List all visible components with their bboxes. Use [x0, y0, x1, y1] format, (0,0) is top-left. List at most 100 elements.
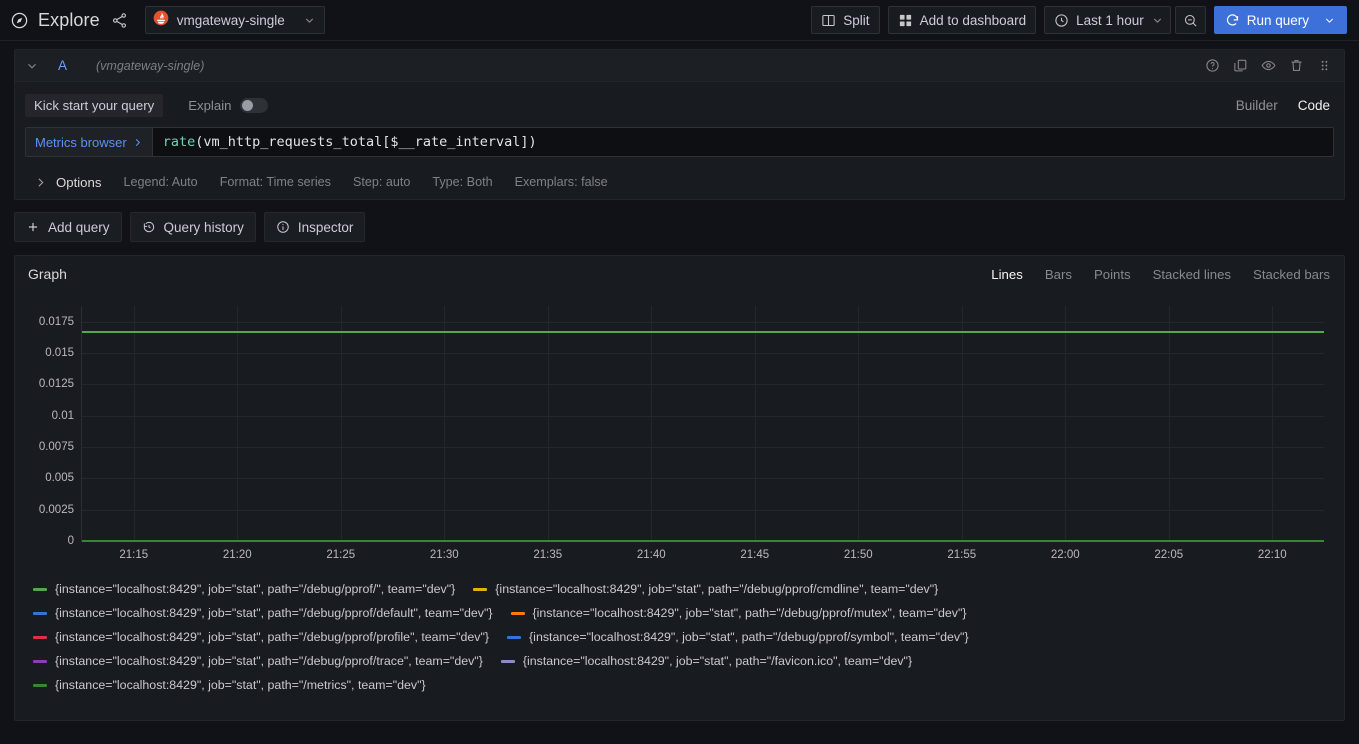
query-options-row[interactable]: Options Legend: Auto Format: Time series…: [25, 165, 1334, 199]
compass-icon: [10, 11, 29, 30]
tab-stacked-lines[interactable]: Stacked lines: [1153, 267, 1231, 282]
legend-series-label: {instance="localhost:8429", job="stat", …: [529, 630, 969, 644]
gridline-vertical: [548, 306, 549, 541]
legend-series-label: {instance="localhost:8429", job="stat", …: [523, 654, 912, 668]
metrics-browser-button[interactable]: Metrics browser: [25, 127, 152, 157]
run-query-label: Run query: [1247, 13, 1309, 28]
x-axis-tick-label: 21:45: [740, 549, 769, 561]
gridline-horizontal: [82, 510, 1324, 511]
gridline-vertical: [444, 306, 445, 541]
split-button[interactable]: Split: [811, 6, 879, 34]
drag-handle-icon[interactable]: [1317, 58, 1332, 73]
graph-canvas[interactable]: 00.00250.0050.00750.010.01250.0150.01752…: [81, 306, 1324, 542]
query-row-actions: [1205, 58, 1338, 73]
x-axis-tick-label: 21:35: [533, 549, 562, 561]
legend-series-label: {instance="localhost:8429", job="stat", …: [495, 582, 938, 596]
graph-legend: {instance="localhost:8429", job="stat", …: [15, 572, 1344, 697]
tab-stacked-bars[interactable]: Stacked bars: [1253, 267, 1330, 282]
x-axis-tick-label: 21:15: [119, 549, 148, 561]
top-navigation-bar: Explore vmgateway-single Split: [0, 0, 1359, 41]
query-history-label: Query history: [164, 220, 244, 235]
query-history-button[interactable]: Query history: [130, 212, 256, 242]
legend-series-label: {instance="localhost:8429", job="stat", …: [55, 654, 483, 668]
add-query-label: Add query: [48, 220, 110, 235]
chevron-right-icon: [132, 137, 143, 148]
legend-item[interactable]: {instance="localhost:8429", job="stat", …: [33, 673, 426, 697]
x-axis-tick-label: 21:40: [637, 549, 666, 561]
tab-lines[interactable]: Lines: [991, 267, 1023, 282]
series-line: [82, 331, 1324, 332]
delete-query-icon[interactable]: [1289, 58, 1304, 73]
y-axis-tick-label: 0: [68, 535, 74, 547]
legend-item[interactable]: {instance="localhost:8429", job="stat", …: [511, 601, 967, 625]
time-range-picker[interactable]: Last 1 hour: [1044, 6, 1171, 34]
x-axis-tick-label: 21:30: [430, 549, 459, 561]
query-expression-input[interactable]: rate(vm_http_requests_total[$__rate_inte…: [152, 127, 1334, 157]
gridline-vertical: [134, 306, 135, 541]
gridline-vertical: [341, 306, 342, 541]
query-datasource-note: (vmgateway-single): [96, 59, 204, 73]
option-step: Step: auto: [353, 175, 410, 189]
legend-row: {instance="localhost:8429", job="stat", …: [33, 649, 1330, 673]
datasource-picker[interactable]: vmgateway-single: [145, 6, 325, 34]
x-axis-tick-label: 21:50: [844, 549, 873, 561]
add-to-dashboard-button[interactable]: Add to dashboard: [888, 6, 1037, 34]
legend-item[interactable]: {instance="localhost:8429", job="stat", …: [33, 601, 493, 625]
query-expression-function: rate: [163, 134, 196, 150]
metrics-browser-label: Metrics browser: [35, 135, 127, 150]
legend-color-swatch: [33, 612, 47, 615]
split-button-label: Split: [843, 13, 869, 28]
editor-mode-switcher: Builder Code: [1236, 98, 1334, 113]
y-axis-tick-label: 0.0025: [39, 504, 74, 516]
legend-color-swatch: [33, 684, 47, 687]
explain-toggle[interactable]: [240, 98, 268, 113]
share-icon[interactable]: [111, 12, 128, 29]
legend-item[interactable]: {instance="localhost:8429", job="stat", …: [33, 625, 489, 649]
legend-item[interactable]: {instance="localhost:8429", job="stat", …: [507, 625, 969, 649]
duplicate-query-icon[interactable]: [1233, 58, 1248, 73]
graph-plot-area: 00.00250.0050.00750.010.01250.0150.01752…: [15, 292, 1344, 572]
chevron-right-icon[interactable]: [34, 176, 47, 189]
legend-series-label: {instance="localhost:8429", job="stat", …: [55, 582, 455, 596]
x-axis-tick-label: 22:10: [1258, 549, 1287, 561]
tab-points[interactable]: Points: [1094, 267, 1131, 282]
explain-label: Explain: [188, 98, 231, 113]
query-expression-row: Metrics browser rate(vm_http_requests_to…: [25, 127, 1334, 157]
gridline-horizontal: [82, 384, 1324, 385]
option-format: Format: Time series: [220, 175, 331, 189]
run-query-button[interactable]: Run query: [1214, 6, 1347, 34]
chevron-down-icon[interactable]: [25, 59, 39, 73]
query-actions-row: Add query Query history Inspector: [14, 212, 1345, 242]
zoom-out-button[interactable]: [1175, 6, 1206, 34]
gridline-horizontal: [82, 478, 1324, 479]
y-axis-tick-label: 0.015: [45, 347, 74, 359]
option-legend: Legend: Auto: [123, 175, 197, 189]
query-ref-id[interactable]: A: [58, 58, 67, 73]
chevron-down-icon[interactable]: [1323, 14, 1336, 27]
tab-bars[interactable]: Bars: [1045, 267, 1072, 282]
options-label: Options: [56, 175, 101, 190]
gridline-horizontal: [82, 447, 1324, 448]
add-to-dashboard-label: Add to dashboard: [920, 13, 1027, 28]
tab-builder[interactable]: Builder: [1236, 98, 1278, 113]
kick-start-query-button[interactable]: Kick start your query: [25, 94, 163, 117]
toggle-visibility-icon[interactable]: [1261, 58, 1276, 73]
legend-series-label: {instance="localhost:8429", job="stat", …: [533, 606, 967, 620]
legend-item[interactable]: {instance="localhost:8429", job="stat", …: [33, 649, 483, 673]
y-axis-tick-label: 0.0175: [39, 316, 74, 328]
help-icon[interactable]: [1205, 58, 1220, 73]
x-axis-tick-label: 21:25: [326, 549, 355, 561]
tab-code[interactable]: Code: [1298, 98, 1330, 113]
x-axis-tick-label: 21:55: [947, 549, 976, 561]
inspector-button[interactable]: Inspector: [264, 212, 366, 242]
explore-brand: Explore: [10, 10, 100, 31]
legend-color-swatch: [511, 612, 525, 615]
gridline-vertical: [962, 306, 963, 541]
y-axis-tick-label: 0.005: [45, 472, 74, 484]
gridline-horizontal: [82, 416, 1324, 417]
visualization-mode-tabs: Lines Bars Points Stacked lines Stacked …: [991, 267, 1330, 282]
add-query-button[interactable]: Add query: [14, 212, 122, 242]
legend-item[interactable]: {instance="localhost:8429", job="stat", …: [473, 577, 938, 601]
legend-item[interactable]: {instance="localhost:8429", job="stat", …: [501, 649, 912, 673]
legend-item[interactable]: {instance="localhost:8429", job="stat", …: [33, 577, 455, 601]
